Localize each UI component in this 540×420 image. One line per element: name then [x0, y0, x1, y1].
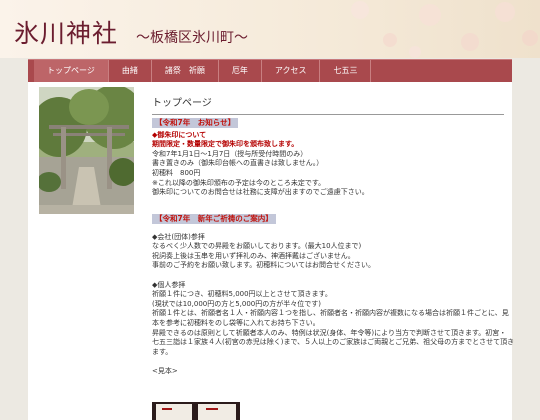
- prayer-line: 事前のご予約をお願い致します。初穂料についてはお問合せください。: [152, 261, 375, 270]
- nav-item-top[interactable]: トップページ: [34, 60, 109, 82]
- nav-item-yakudoshi[interactable]: 厄年: [219, 60, 262, 82]
- shrine-photo: [39, 87, 134, 214]
- site-title[interactable]: 氷川神社: [14, 14, 118, 50]
- prayer-section: 【令和7年 新年ご祈祷のご案内】 ◆会社(団体)参拝 なるべく少人数での昇殿をお…: [152, 214, 515, 377]
- site-header: 氷川神社 〜板橋区氷川町〜: [0, 0, 540, 58]
- prayer-line: [152, 271, 512, 281]
- notice-line: 初穂料 800円: [152, 168, 201, 177]
- prayer-line: <見本>: [152, 366, 178, 375]
- nav-item-prayers[interactable]: 諸祭 祈願: [152, 60, 219, 82]
- main-nav: トップページ 由緒 諸祭 祈願 厄年 アクセス 七五三: [28, 59, 512, 83]
- main-content: トップページ 【令和7年 お知らせ】 ◆御朱印について 期間限定・数量限定で御朱…: [28, 82, 515, 420]
- notice-line: ◆御朱印について: [152, 130, 207, 139]
- notice-line: 令和7年1月1日〜1月7日（授与所受付時間のみ）: [152, 149, 308, 158]
- notice-line: ※これ以降の御朱印頒布の予定は今のところ未定です。: [152, 178, 326, 187]
- prayer-line: なるべく少人数での昇殿をお願いしております。(最大10人位まで): [152, 242, 362, 251]
- nav-item-history[interactable]: 由緒: [109, 60, 152, 82]
- prayer-line: 七五三詣は１家族４人(初宮の赤児は除く)まで、５人以上のご家族はご両親とご兄弟、…: [152, 338, 515, 347]
- prayer-line: 祈願１件につき、初穂料5,000円以上とさせて頂きます。: [152, 290, 332, 299]
- notice-line: 御朱印についてのお問合せは社務に支障が出ますのでご遠慮下さい。: [152, 188, 369, 197]
- nav-item-access[interactable]: アクセス: [262, 60, 321, 82]
- prayer-line: ◆会社(団体)参拝: [152, 232, 205, 241]
- prayer-line: ◆個人参拝: [152, 280, 186, 289]
- site-subtitle: 〜板橋区氷川町〜: [136, 30, 248, 46]
- sample-envelope-image: [152, 402, 240, 420]
- notice-section: 【令和7年 お知らせ】 ◆御朱印について 期間限定・数量限定で御朱印を頒布致しま…: [152, 118, 512, 198]
- notice-heading: 【令和7年 お知らせ】: [152, 118, 239, 128]
- prayer-line: ます。: [152, 347, 173, 356]
- notice-line: 書き置きのみ（御朱印台帳への直書きは致しません。）: [152, 159, 324, 168]
- nav-item-shichigosan[interactable]: 七五三: [320, 60, 372, 82]
- page-title: トップページ: [152, 94, 504, 115]
- cherry-blossom-decoration: [351, 1, 538, 58]
- notice-line: 期間限定・数量限定で御朱印を頒布致します。: [152, 140, 299, 149]
- prayer-line: 祝詞奏上後は玉串を用いず拝礼のみ、神酒拝戴はございません。: [152, 251, 355, 260]
- prayer-line: 昇殿できるのは原則として祈願者本人のみ、特例は状況(身体、年令等)により当方で判…: [152, 328, 507, 337]
- prayer-line: 祈願１件とは、祈願者名１人・祈願内容１つを指し、祈願者名・祈願内容が複数になる場…: [152, 309, 509, 318]
- prayer-line: 本を参考に初穂料をのし袋等に入れてお持ち下さい。: [152, 318, 320, 327]
- prayer-heading: 【令和7年 新年ご祈祷のご案内】: [152, 214, 276, 224]
- prayer-line: [152, 357, 512, 367]
- prayer-line: (現状では10,000円の方と5,000円の方が半々位です): [152, 299, 321, 308]
